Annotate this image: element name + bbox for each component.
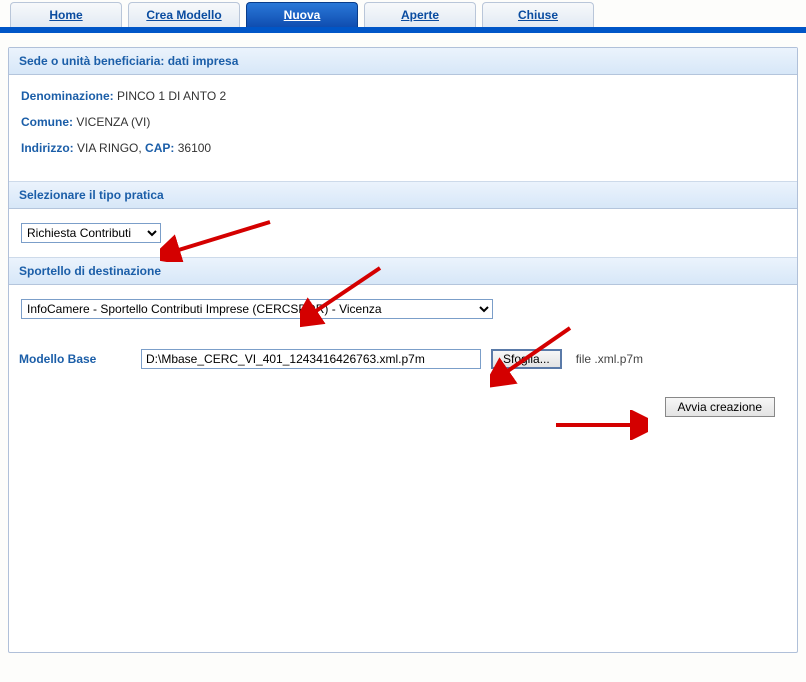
tabs-bar: Home Crea Modello Nuova Aperte Chiuse [0, 0, 806, 33]
comune-label: Comune: [21, 115, 73, 129]
tab-home[interactable]: Home [10, 2, 122, 27]
header-sportello: Sportello di destinazione [9, 257, 797, 285]
tab-crea-modello[interactable]: Crea Modello [128, 2, 240, 27]
file-hint: file .xml.p7m [576, 352, 643, 366]
select-tipo-pratica[interactable]: Richiesta Contributi [21, 223, 161, 243]
denom-value: PINCO 1 DI ANTO 2 [117, 89, 226, 103]
tab-aperte[interactable]: Aperte [364, 2, 476, 27]
tab-nuova[interactable]: Nuova [246, 2, 358, 27]
modello-row: Modello Base Sfoglia... file .xml.p7m [9, 333, 797, 385]
main-panel: Sede o unità beneficiaria: dati impresa … [8, 47, 798, 653]
avvia-creazione-button[interactable]: Avvia creazione [665, 397, 776, 417]
comune-value: VICENZA (VI) [76, 115, 150, 129]
avvia-row: Avvia creazione [9, 385, 797, 427]
body-sede: Denominazione: PINCO 1 DI ANTO 2 Comune:… [9, 75, 797, 181]
header-tipo-pratica: Selezionare il tipo pratica [9, 181, 797, 209]
modello-label: Modello Base [19, 352, 131, 366]
denom-label: Denominazione: [21, 89, 114, 103]
indirizzo-value: VIA RINGO, [77, 141, 145, 155]
modello-input[interactable] [141, 349, 481, 369]
header-sede: Sede o unità beneficiaria: dati impresa [9, 48, 797, 75]
tab-chiuse[interactable]: Chiuse [482, 2, 594, 27]
cap-value: 36100 [178, 141, 211, 155]
indirizzo-label: Indirizzo: [21, 141, 74, 155]
select-sportello[interactable]: InfoCamere - Sportello Contributi Impres… [21, 299, 493, 319]
cap-label: CAP: [145, 141, 174, 155]
browse-button[interactable]: Sfoglia... [491, 349, 562, 369]
